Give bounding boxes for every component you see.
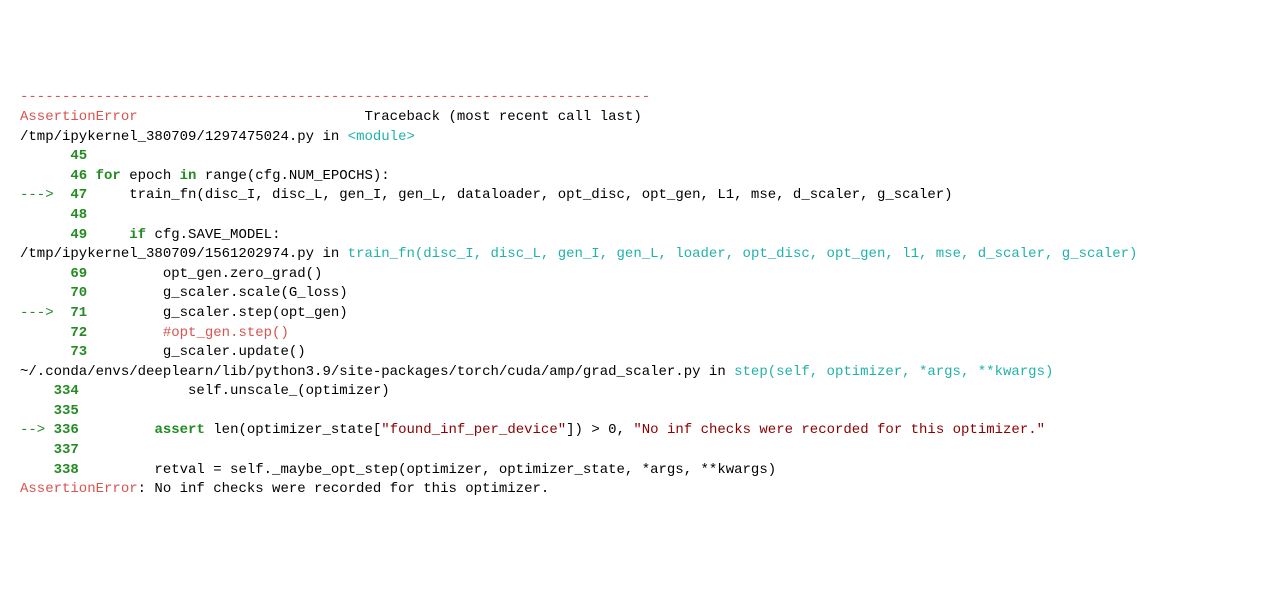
traceback-line: ---> 47 train_fn(disc_I, disc_L, gen_I, … (20, 186, 1256, 206)
traceback-line: 335 (20, 402, 1256, 422)
traceback-line: 70 g_scaler.scale(G_loss) (20, 284, 1256, 304)
traceback-line: 49 if cfg.SAVE_MODEL: (20, 226, 1256, 246)
traceback-line: 72 #opt_gen.step() (20, 324, 1256, 344)
final-error-message: : No inf checks were recorded for this o… (138, 481, 550, 497)
line-number: 335 (54, 402, 79, 422)
traceback-label: Traceback (most recent call last) (364, 109, 641, 125)
traceback-line: 69 opt_gen.zero_grad() (20, 265, 1256, 285)
traceback-line: --> 336 assert len(optimizer_state["foun… (20, 421, 1256, 441)
traceback-line: 46 for epoch in range(cfg.NUM_EPOCHS): (20, 167, 1256, 187)
error-name: AssertionError (20, 109, 138, 125)
line-number: 336 (54, 421, 79, 441)
traceback-line: 45 (20, 147, 1256, 167)
traceback-line: AssertionError Traceback (most recent ca… (20, 108, 1256, 128)
traceback-line: ---> 71 g_scaler.step(opt_gen) (20, 304, 1256, 324)
frame-function: train_fn(disc_I, disc_L, gen_I, gen_L, l… (348, 246, 1138, 262)
current-line-arrow: ---> (20, 187, 62, 203)
traceback-line: ----------------------------------------… (20, 88, 1256, 108)
frame-function: <module> (348, 129, 415, 145)
traceback-line: AssertionError: No inf checks were recor… (20, 480, 1256, 500)
line-number: 45 (62, 147, 87, 167)
traceback-output: ----------------------------------------… (20, 88, 1256, 499)
line-number: 334 (54, 382, 79, 402)
frame-path: ~/.conda/envs/deeplearn/lib/python3.9/si… (20, 364, 701, 380)
line-number: 47 (62, 186, 87, 206)
line-number: 337 (54, 441, 79, 461)
frame-path: /tmp/ipykernel_380709/1297475024.py (20, 129, 314, 145)
line-number: 69 (62, 265, 87, 285)
current-line-arrow: ---> (20, 305, 62, 321)
current-line-arrow: --> (20, 422, 54, 438)
traceback-line: 338 retval = self._maybe_opt_step(optimi… (20, 461, 1256, 481)
frame-path: /tmp/ipykernel_380709/1561202974.py (20, 246, 314, 262)
traceback-line: 334 self.unscale_(optimizer) (20, 382, 1256, 402)
frame-function: step(self, optimizer, *args, **kwargs) (734, 364, 1053, 380)
traceback-line: 337 (20, 441, 1256, 461)
traceback-line: /tmp/ipykernel_380709/1297475024.py in <… (20, 128, 1256, 148)
traceback-line: 73 g_scaler.update() (20, 343, 1256, 363)
traceback-line: 48 (20, 206, 1256, 226)
line-number: 46 (62, 167, 87, 187)
line-number: 73 (62, 343, 87, 363)
dash-line: ----------------------------------------… (20, 89, 650, 105)
traceback-line: ~/.conda/envs/deeplearn/lib/python3.9/si… (20, 363, 1256, 383)
line-number: 71 (62, 304, 87, 324)
final-error-name: AssertionError (20, 481, 138, 497)
traceback-line: /tmp/ipykernel_380709/1561202974.py in t… (20, 245, 1256, 265)
line-number: 49 (62, 226, 87, 246)
line-number: 70 (62, 284, 87, 304)
line-number: 48 (62, 206, 87, 226)
line-number: 72 (62, 324, 87, 344)
line-number: 338 (54, 461, 79, 481)
